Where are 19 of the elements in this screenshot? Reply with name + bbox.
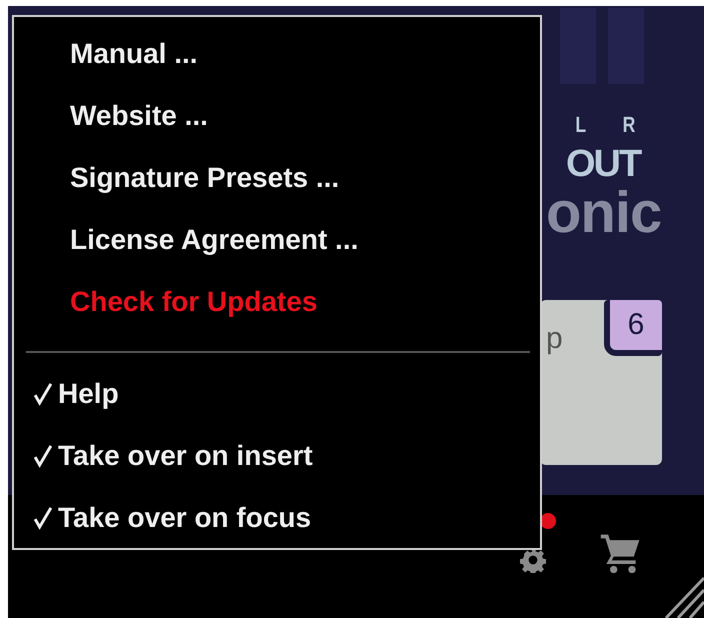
preset-number-badge[interactable]: 6: [604, 300, 662, 356]
menu-item[interactable]: License Agreement ...: [14, 209, 358, 271]
brand-logo-text: onic: [545, 184, 662, 242]
menu-item[interactable]: Take over on insert: [14, 425, 313, 487]
menu-item[interactable]: Help: [14, 363, 119, 425]
menu-item-label: Take over on focus: [58, 502, 312, 534]
menu-item[interactable]: Manual ...: [14, 23, 198, 85]
menu-item[interactable]: Website ...: [14, 85, 208, 147]
resize-grip-icon[interactable]: [664, 574, 704, 618]
channel-label: L: [575, 112, 586, 138]
menu-item-label: Help: [58, 378, 119, 410]
settings-icon[interactable]: [520, 547, 546, 573]
channel-label: R: [623, 112, 636, 138]
menu-item[interactable]: Signature Presets ...: [14, 147, 340, 209]
output-label: OUT: [565, 144, 642, 184]
menu-item[interactable]: Take over on focus: [14, 487, 312, 549]
panel-text: p: [546, 322, 563, 356]
menu-item[interactable]: Check for Updates: [14, 271, 318, 333]
menu-item-label: Take over on insert: [58, 440, 313, 472]
